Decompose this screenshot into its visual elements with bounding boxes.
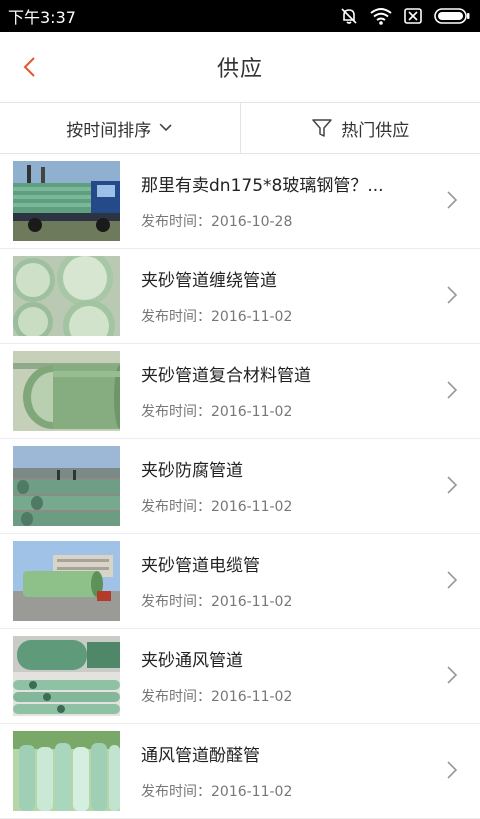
item-title: 通风管道酚醛管 (141, 741, 421, 766)
item-title: 那里有卖dn175*8玻璃钢管？... (141, 171, 421, 196)
item-date: 发布时间：2016-11-02 (141, 401, 421, 421)
status-icons (340, 7, 470, 25)
item-date: 发布时间：2016-11-02 (141, 306, 421, 326)
item-text: 夹砂通风管道 发布时间：2016-11-02 (141, 646, 421, 706)
date-value: 2016-11-02 (211, 689, 292, 705)
product-image (13, 541, 120, 621)
sort-by-time-filter[interactable]: 按时间排序 (0, 103, 240, 153)
list-item[interactable]: 夹砂通风管道 发布时间：2016-11-02 (0, 629, 480, 724)
list-item[interactable]: 夹砂防腐管道 发布时间：2016-11-02 (0, 439, 480, 534)
wifi-icon (370, 7, 392, 25)
date-prefix: 发布时间： (141, 784, 211, 800)
list-item[interactable]: 通风管道酚醛管 发布时间：2016-11-02 (0, 724, 480, 819)
chevron-down-icon (159, 123, 173, 133)
date-prefix: 发布时间： (141, 689, 211, 705)
product-image (13, 636, 120, 716)
item-date: 发布时间：2016-11-02 (141, 591, 421, 611)
back-button[interactable] (14, 52, 44, 82)
item-date: 发布时间：2016-11-02 (141, 781, 421, 801)
date-prefix: 发布时间： (141, 214, 211, 230)
filter-bar: 按时间排序 热门供应 (0, 102, 480, 154)
date-value: 2016-11-02 (211, 594, 292, 610)
chevron-right-icon (446, 570, 458, 590)
item-date: 发布时间：2016-11-02 (141, 686, 421, 706)
item-title: 夹砂管道电缆管 (141, 551, 421, 576)
product-image (13, 731, 120, 811)
date-prefix: 发布时间： (141, 309, 211, 325)
date-value: 2016-11-02 (211, 499, 292, 515)
chevron-right-icon (446, 285, 458, 305)
chevron-right-icon (446, 475, 458, 495)
item-date: 发布时间：2016-11-02 (141, 496, 421, 516)
chevron-right-icon (446, 760, 458, 780)
date-value: 2016-11-02 (211, 404, 292, 420)
date-value: 2016-11-02 (211, 309, 292, 325)
product-image (13, 161, 120, 241)
date-prefix: 发布时间： (141, 404, 211, 420)
item-title: 夹砂管道复合材料管道 (141, 361, 421, 386)
product-image (13, 256, 120, 336)
app-header: 供应 (0, 32, 480, 102)
item-text: 夹砂管道复合材料管道 发布时间：2016-11-02 (141, 361, 421, 421)
status-time: 下午3:37 (8, 4, 76, 28)
page-title: 供应 (217, 51, 263, 83)
date-value: 2016-10-28 (211, 214, 292, 230)
list-item[interactable]: 夹砂管道电缆管 发布时间：2016-11-02 (0, 534, 480, 629)
sort-filter-label: 按时间排序 (66, 116, 151, 141)
date-prefix: 发布时间： (141, 499, 211, 515)
item-title: 夹砂通风管道 (141, 646, 421, 671)
item-date: 发布时间：2016-10-28 (141, 211, 421, 231)
item-text: 那里有卖dn175*8玻璃钢管？... 发布时间：2016-10-28 (141, 171, 421, 231)
item-text: 夹砂管道缠绕管道 发布时间：2016-11-02 (141, 266, 421, 326)
item-title: 夹砂防腐管道 (141, 456, 421, 481)
chevron-right-icon (446, 190, 458, 210)
supply-list: 那里有卖dn175*8玻璃钢管？... 发布时间：2016-10-28 夹砂管道… (0, 154, 480, 819)
sim-icon (404, 8, 422, 24)
item-text: 通风管道酚醛管 发布时间：2016-11-02 (141, 741, 421, 801)
mute-icon (340, 7, 358, 25)
status-bar: 下午3:37 (0, 0, 480, 32)
list-item[interactable]: 夹砂管道复合材料管道 发布时间：2016-11-02 (0, 344, 480, 439)
battery-icon (434, 8, 470, 24)
chevron-left-icon (22, 56, 36, 78)
funnel-icon (311, 117, 333, 139)
item-text: 夹砂管道电缆管 发布时间：2016-11-02 (141, 551, 421, 611)
hot-filter-label: 热门供应 (341, 116, 409, 141)
date-prefix: 发布时间： (141, 594, 211, 610)
list-item[interactable]: 那里有卖dn175*8玻璃钢管？... 发布时间：2016-10-28 (0, 154, 480, 249)
date-value: 2016-11-02 (211, 784, 292, 800)
product-image (13, 446, 120, 526)
hot-supply-filter[interactable]: 热门供应 (240, 103, 480, 153)
list-item[interactable]: 夹砂管道缠绕管道 发布时间：2016-11-02 (0, 249, 480, 344)
item-title: 夹砂管道缠绕管道 (141, 266, 421, 291)
chevron-right-icon (446, 665, 458, 685)
item-text: 夹砂防腐管道 发布时间：2016-11-02 (141, 456, 421, 516)
product-image (13, 351, 120, 431)
chevron-right-icon (446, 380, 458, 400)
